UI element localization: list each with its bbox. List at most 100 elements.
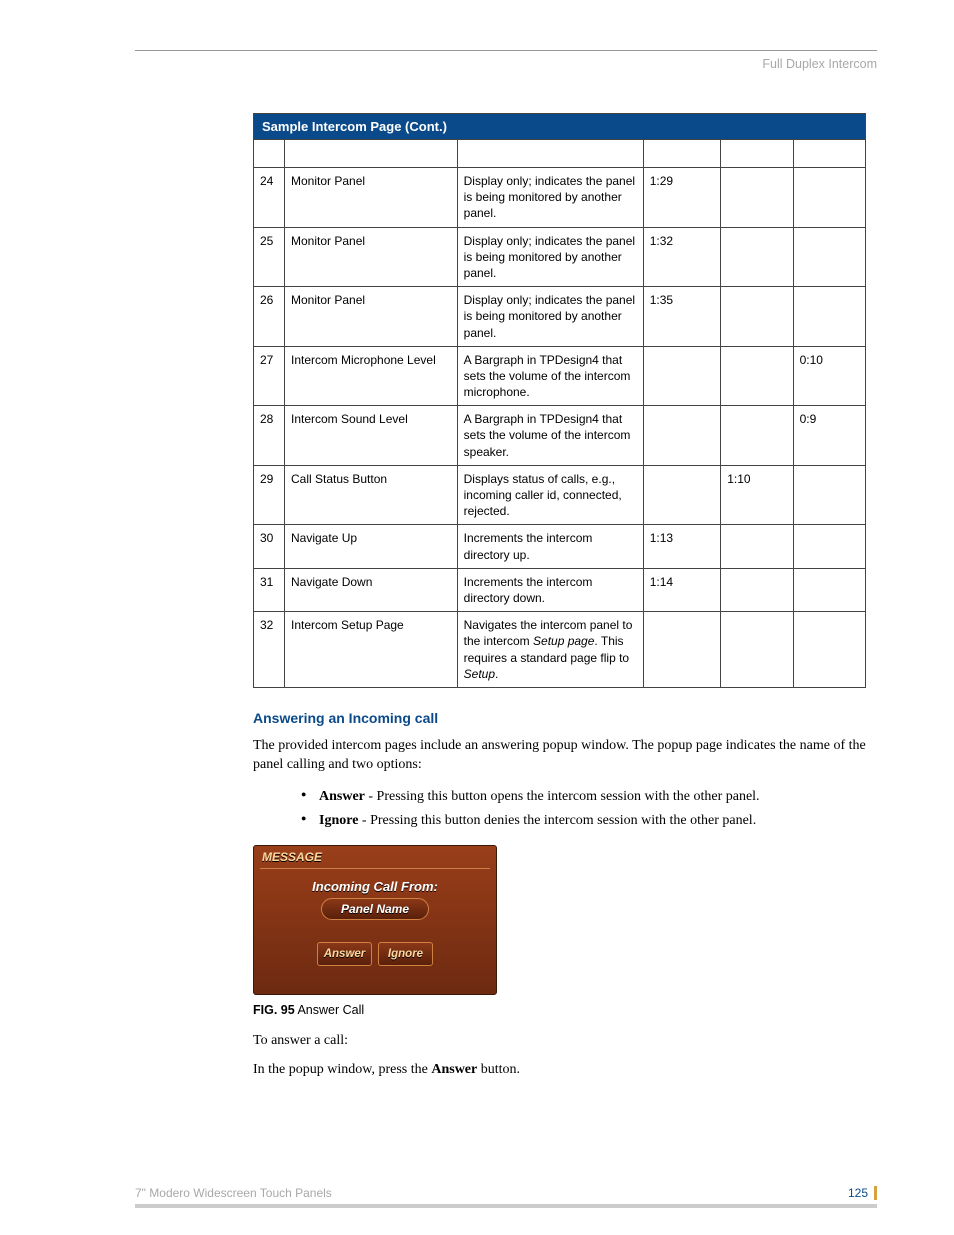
figure-container: MESSAGE Incoming Call From: Panel Name A… <box>253 845 877 995</box>
instruction-text-a: In the popup window, press the <box>253 1062 431 1077</box>
cell-name: Call Status Button <box>285 465 458 525</box>
cell-addr: 1:10 <box>721 465 793 525</box>
to-answer-label: To answer a call: <box>253 1031 877 1051</box>
bullet-text: - Pressing this button opens the interco… <box>365 789 760 804</box>
table-row: 26Monitor PanelDisplay only; indicates t… <box>254 287 866 347</box>
options-list: Answer - Pressing this button opens the … <box>305 785 877 833</box>
panel-name-display: Panel Name <box>321 898 429 920</box>
cell-ch: 1:35 <box>643 287 721 347</box>
cell-name: Navigate Up <box>285 525 458 568</box>
cell-name: Intercom Sound Level <box>285 406 458 466</box>
incoming-call-label: Incoming Call From: <box>254 879 496 894</box>
cell-lvl <box>793 525 865 568</box>
cell-num: 31 <box>254 568 285 611</box>
cell-ch <box>643 406 721 466</box>
cell-addr <box>721 612 793 688</box>
cell-name: Intercom Microphone Level <box>285 346 458 406</box>
cell-lvl: 0:9 <box>793 406 865 466</box>
figure-number: FIG. 95 <box>253 1003 295 1017</box>
cell-addr <box>721 406 793 466</box>
running-header: Full Duplex Intercom <box>135 57 877 71</box>
cell-lvl <box>793 568 865 611</box>
cell-num: 27 <box>254 346 285 406</box>
instruction-bold: Answer <box>431 1062 477 1077</box>
bullet-text: - Pressing this button denies the interc… <box>358 813 756 828</box>
cell-ch: 1:13 <box>643 525 721 568</box>
cell-lvl: 0:10 <box>793 346 865 406</box>
cell-num: 32 <box>254 612 285 688</box>
table-row: 32Intercom Setup PageNavigates the inter… <box>254 612 866 688</box>
cell-num: 28 <box>254 406 285 466</box>
cell-ch <box>643 346 721 406</box>
ignore-button[interactable]: Ignore <box>378 942 433 966</box>
cell-num: 24 <box>254 168 285 228</box>
cell-name: Monitor Panel <box>285 227 458 287</box>
cell-addr <box>721 168 793 228</box>
page-number: 125 <box>848 1186 877 1200</box>
section-intro: The provided intercom pages include an a… <box>253 736 877 775</box>
cell-addr <box>721 227 793 287</box>
table-row: 25Monitor PanelDisplay only; indicates t… <box>254 227 866 287</box>
cell-num: 25 <box>254 227 285 287</box>
cell-lvl <box>793 465 865 525</box>
figure-caption: FIG. 95 Answer Call <box>253 1003 877 1017</box>
cell-ch <box>643 612 721 688</box>
cell-name: Navigate Down <box>285 568 458 611</box>
cell-func: Displays status of calls, e.g., incoming… <box>457 465 643 525</box>
bullet-bold: Answer <box>319 789 365 804</box>
cell-func: A Bargraph in TPDesign4 that sets the vo… <box>457 346 643 406</box>
answer-button[interactable]: Answer <box>317 942 372 966</box>
top-rule <box>135 50 877 51</box>
cell-addr <box>721 287 793 347</box>
cell-num: 30 <box>254 525 285 568</box>
popup-divider <box>260 868 490 869</box>
cell-func: Display only; indicates the panel is bei… <box>457 227 643 287</box>
cell-lvl <box>793 227 865 287</box>
cell-name: Monitor Panel <box>285 168 458 228</box>
list-item: Answer - Pressing this button opens the … <box>305 785 877 809</box>
sample-intercom-table: Sample Intercom Page (Cont.) 24Monitor P… <box>253 113 866 688</box>
cell-lvl <box>793 287 865 347</box>
section-heading: Answering an Incoming call <box>253 710 877 726</box>
table-row: 31Navigate DownIncrements the intercom d… <box>254 568 866 611</box>
cell-ch: 1:29 <box>643 168 721 228</box>
cell-func: Increments the intercom directory down. <box>457 568 643 611</box>
cell-name: Intercom Setup Page <box>285 612 458 688</box>
footer-title: 7" Modero Widescreen Touch Panels <box>135 1186 332 1200</box>
list-item: Ignore - Pressing this button denies the… <box>305 809 877 833</box>
cell-addr <box>721 525 793 568</box>
page-content: Full Duplex Intercom Sample Intercom Pag… <box>135 50 877 1090</box>
cell-ch: 1:32 <box>643 227 721 287</box>
cell-ch: 1:14 <box>643 568 721 611</box>
cell-addr <box>721 346 793 406</box>
popup-title: MESSAGE <box>254 846 496 868</box>
cell-num: 26 <box>254 287 285 347</box>
table-body: 24Monitor PanelDisplay only; indicates t… <box>254 168 866 688</box>
table-row: 27Intercom Microphone LevelA Bargraph in… <box>254 346 866 406</box>
cell-lvl <box>793 612 865 688</box>
table-row: 28Intercom Sound LevelA Bargraph in TPDe… <box>254 406 866 466</box>
instruction-text-c: button. <box>477 1062 520 1077</box>
table-title-row: Sample Intercom Page (Cont.) <box>254 114 866 140</box>
table-row: 29Call Status ButtonDisplays status of c… <box>254 465 866 525</box>
cell-name: Monitor Panel <box>285 287 458 347</box>
cell-func: Display only; indicates the panel is bei… <box>457 287 643 347</box>
answer-instruction: In the popup window, press the Answer bu… <box>253 1060 877 1080</box>
cell-func: Display only; indicates the panel is bei… <box>457 168 643 228</box>
cell-lvl <box>793 168 865 228</box>
table-row: 24Monitor PanelDisplay only; indicates t… <box>254 168 866 228</box>
cell-func: Increments the intercom directory up. <box>457 525 643 568</box>
popup-buttons: Answer Ignore <box>254 942 496 966</box>
cell-func: A Bargraph in TPDesign4 that sets the vo… <box>457 406 643 466</box>
table-row: 30Navigate UpIncrements the intercom dir… <box>254 525 866 568</box>
bullet-bold: Ignore <box>319 813 358 828</box>
cell-func: Navigates the intercom panel to the inte… <box>457 612 643 688</box>
table-blank-header <box>254 140 866 168</box>
figure-caption-text: Answer Call <box>295 1003 364 1017</box>
cell-num: 29 <box>254 465 285 525</box>
table-title: Sample Intercom Page (Cont.) <box>254 114 866 140</box>
page-footer: 7" Modero Widescreen Touch Panels 125 <box>135 1186 877 1208</box>
cell-ch <box>643 465 721 525</box>
cell-addr <box>721 568 793 611</box>
message-popup: MESSAGE Incoming Call From: Panel Name A… <box>253 845 497 995</box>
